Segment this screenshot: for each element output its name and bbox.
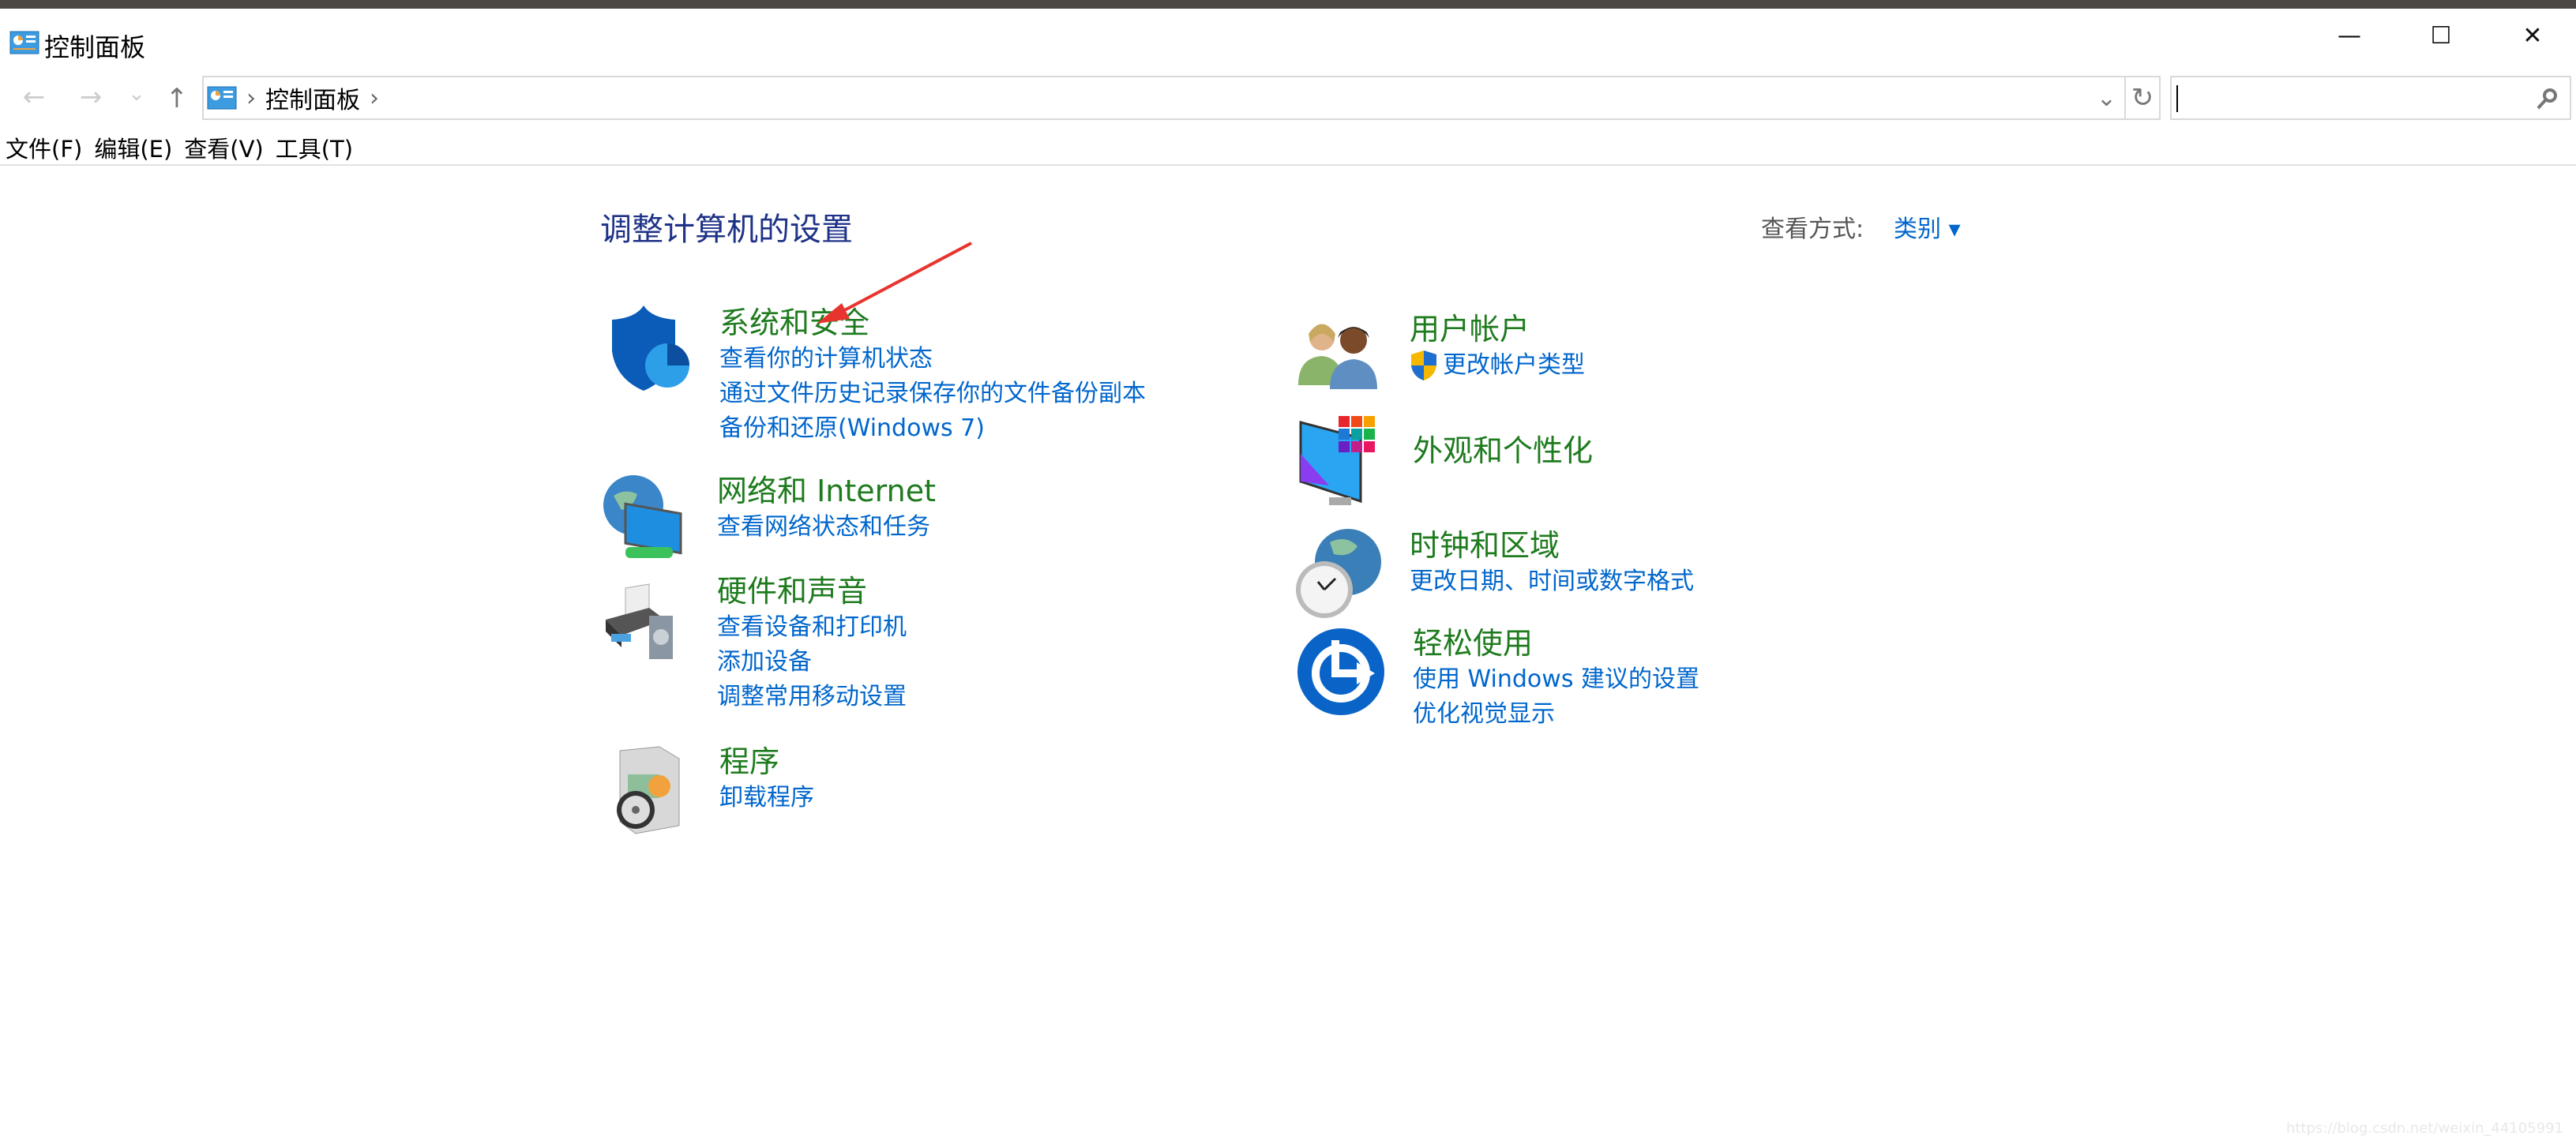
forward-button[interactable]: → [71,71,111,123]
category-title[interactable]: 网络和 Internet [717,472,936,510]
programs-icon [617,746,680,834]
appearance-icon [1299,416,1375,505]
address-dropdown-icon[interactable]: ⌄ [2097,84,2116,112]
refresh-button[interactable]: ↻ [2124,76,2161,120]
category-title[interactable]: 外观和个性化 [1413,432,1593,470]
title-bar: 控制面板 [0,9,2576,69]
control-panel-icon [9,31,39,54]
control-panel-icon [207,86,237,110]
menu-file[interactable]: 文件(F) [0,131,88,164]
users-icon [1298,324,1377,389]
annotation-arrow [817,242,972,324]
menu-edit[interactable]: 编辑(E) [88,131,178,164]
link-change-date-time-format[interactable]: 更改日期、时间或数字格式 [1410,564,1694,599]
clock-globe-icon [1296,529,1381,618]
minimize-button[interactable]: — [2326,16,2373,55]
menu-bar: 文件(F) 编辑(E) 查看(V) 工具(T) [0,131,2576,166]
link-network-status[interactable]: 查看网络状态和任务 [717,510,936,545]
category-title[interactable]: 程序 [719,743,814,781]
network-icon [603,475,682,558]
maximize-button[interactable]: ☐ [2417,16,2465,55]
link-recommended-settings[interactable]: 使用 Windows 建议的设置 [1413,662,1699,697]
text-cursor [2176,85,2178,112]
breadcrumb-separator: › [246,84,256,112]
ease-of-access-icon [1297,628,1384,715]
watermark: https://blog.csdn.net/weixin_44105991 [2285,1120,2563,1137]
category-title[interactable]: 时钟和区域 [1410,527,1694,564]
window-title: 控制面板 [44,32,146,62]
search-input[interactable] [2170,76,2571,120]
link-backup-restore[interactable]: 备份和还原(Windows 7) [719,411,1146,446]
shield-icon [612,305,689,391]
link-mobility-settings[interactable]: 调整常用移动设置 [717,680,907,714]
link-devices-printers[interactable]: 查看设备和打印机 [717,610,907,645]
view-by-label: 查看方式: [1761,215,1864,243]
view-by-dropdown[interactable]: 类别 ▾ [1894,209,1961,244]
screen-top-strip [0,0,2576,9]
breadcrumb-separator[interactable]: › [370,84,379,112]
category-title[interactable]: 轻松使用 [1413,624,1699,662]
search-icon[interactable] [2535,87,2559,111]
category-title[interactable]: 用户帐户 [1410,310,1585,348]
category-title[interactable]: 硬件和声音 [717,572,907,610]
link-add-device[interactable]: 添加设备 [717,645,907,680]
link-change-account-type[interactable]: 更改帐户类型 [1443,348,1585,383]
uac-shield-icon [1411,350,1436,380]
menu-tools[interactable]: 工具(T) [270,131,359,164]
printer-icon [606,583,673,659]
up-button[interactable]: ↑ [160,73,194,125]
back-button[interactable]: ← [14,71,54,123]
link-optimize-visual-display[interactable]: 优化视觉显示 [1413,697,1699,732]
breadcrumb-control-panel[interactable]: 控制面板 [265,81,360,115]
menu-view[interactable]: 查看(V) [178,131,269,164]
link-uninstall-program[interactable]: 卸载程序 [719,781,814,815]
address-bar[interactable]: › 控制面板 › ⌄ [202,76,2126,120]
recent-locations-button[interactable]: ⌄ [125,68,148,120]
link-check-status[interactable]: 查看你的计算机状态 [719,342,1146,377]
close-button[interactable]: ✕ [2509,16,2556,55]
link-file-history[interactable]: 通过文件历史记录保存你的文件备份副本 [719,377,1146,411]
